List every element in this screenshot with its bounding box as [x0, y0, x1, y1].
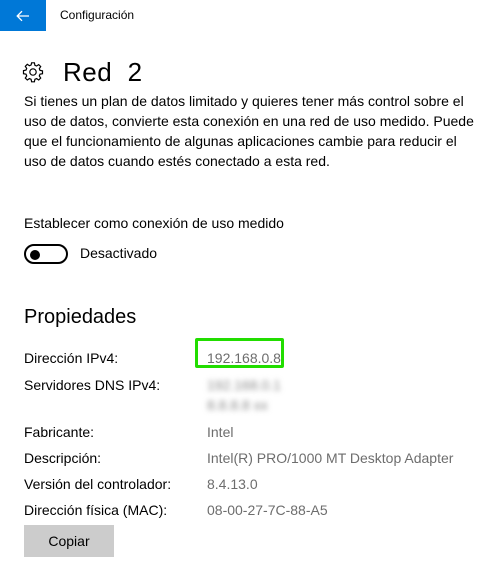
page-title: Red 2 [63, 56, 143, 87]
toggle-state-label: Desactivado [80, 245, 158, 261]
mac-address-label: Dirección física (MAC): [24, 502, 168, 518]
copy-button[interactable]: Copiar [24, 525, 114, 557]
manufacturer-label: Fabricante: [24, 424, 95, 440]
description-label: Descripción: [24, 450, 102, 466]
dns-value-primary: 192.168.0.1 [207, 377, 281, 393]
toggle-knob [30, 250, 40, 260]
driver-version-label: Versión del controlador: [24, 476, 172, 492]
back-button[interactable] [0, 0, 46, 31]
ipv4-label: Dirección IPv4: [24, 350, 119, 366]
gear-icon [22, 61, 44, 83]
mac-address-value: 08-00-27-7C-88-A5 [207, 502, 328, 518]
driver-version-value: 8.4.13.0 [207, 476, 258, 492]
description-value: Intel(R) PRO/1000 MT Desktop Adapter [207, 450, 454, 466]
title-bar: Configuración [0, 0, 495, 31]
back-arrow-icon [16, 10, 29, 21]
metered-description: Si tienes un plan de datos limitado y qu… [24, 93, 474, 169]
manufacturer-value: Intel [207, 424, 234, 440]
properties-heading: Propiedades [24, 306, 137, 328]
dns-label: Servidores DNS IPv4: [24, 377, 161, 393]
dns-value-secondary: 8.8.8.8 xx [207, 397, 268, 413]
metered-connection-toggle[interactable] [24, 244, 68, 264]
metered-connection-label: Establecer como conexión de uso medido [24, 215, 284, 231]
window-title: Configuración [60, 8, 135, 22]
page-header: Red 2 [22, 57, 143, 87]
ipv4-highlight-box [195, 338, 284, 368]
